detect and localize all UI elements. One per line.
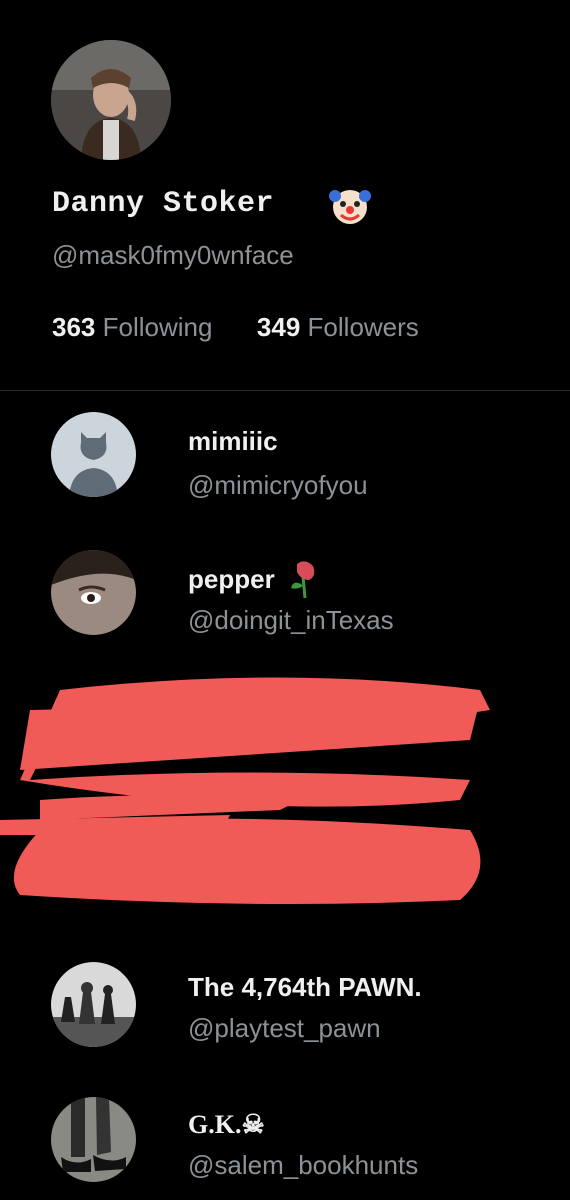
display-name: Danny Stoker xyxy=(52,187,275,221)
user-handle: @playtest_pawn xyxy=(188,1013,381,1043)
followers-count: 349 xyxy=(256,312,301,342)
followers-label: Followers xyxy=(307,312,419,342)
user-name: G.K.☠ xyxy=(188,1110,265,1139)
user-handle: @salem_bookhunts xyxy=(188,1150,419,1180)
wilted-rose-icon xyxy=(287,558,325,603)
user-avatar xyxy=(51,962,136,1047)
user-avatar xyxy=(51,550,136,635)
redaction-scribble xyxy=(0,677,490,904)
following-count: 363 xyxy=(52,312,96,342)
followers-link[interactable]: 349 Followers xyxy=(257,312,419,342)
user-handle: @mimicryofyou xyxy=(188,470,368,500)
divider xyxy=(0,390,570,391)
profile-stats: 363 Following 349 Followers xyxy=(52,312,419,343)
user-handle: @doingit_inTexas xyxy=(188,605,394,635)
profile-handle: @mask0fmy0wnface xyxy=(52,240,294,270)
following-label: Following xyxy=(102,312,213,342)
clown-face-icon xyxy=(328,184,372,228)
user-name: The 4,764th PAWN. xyxy=(188,972,422,1002)
default-avatar-icon xyxy=(51,412,136,497)
user-name: mimiiic xyxy=(188,426,278,456)
user-avatar xyxy=(51,1097,136,1182)
user-name: pepper xyxy=(188,564,275,594)
profile-avatar[interactable] xyxy=(51,40,171,160)
following-link[interactable]: 363 Following xyxy=(52,312,212,342)
